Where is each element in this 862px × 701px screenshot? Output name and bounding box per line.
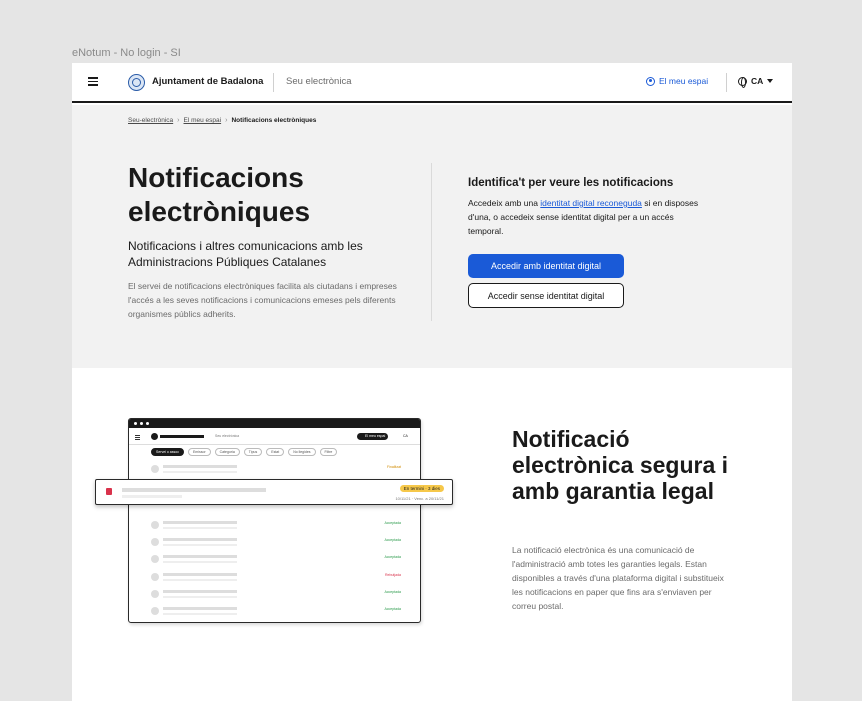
mockup-row: Finalitzat [151,463,401,477]
brand-name[interactable]: Ajuntament de Badalona [152,76,263,87]
deadline-badge: En termini · 3 dies [399,485,444,492]
chevron-right-icon: › [177,117,180,124]
feature-title: Notificació electrònica segura i amb gar… [512,426,729,504]
mockup-row: Acceptada [151,553,401,567]
globe-icon [738,76,747,88]
mockup-status: Acceptada [384,555,401,559]
mockup-row: Acceptada [151,519,401,533]
mockup-row: Acceptada [151,605,401,619]
mockup-filter: Tipus [243,448,263,456]
mockup-filter: Categoria [214,448,240,456]
header-divider [273,73,274,92]
mockup-row: Rebutjada [151,571,401,585]
header: Ajuntament de Badalona Seu electrònica E… [72,63,792,103]
mockup-status: Rebutjada [385,573,401,577]
notifications-mockup: Seu electrònica El meu espai CA Servei o… [128,418,421,623]
mockup-window-bar [129,419,420,428]
city-logo-icon[interactable] [128,74,145,91]
frame-label: eNotum - No login - SI [72,47,181,59]
breadcrumb: Seu-electrònica › El meu espai › Notific… [128,117,316,124]
mockup-meu-espai: El meu espai [357,433,389,440]
page-subtitle: Notificacions i altres comunicacions amb… [128,239,363,269]
identify-text-before: Accedeix amb una [468,198,541,208]
breadcrumb-current: Notificacions electròniques [231,117,317,124]
intro-text: El servei de notificacions electròniques… [128,281,397,319]
breadcrumb-seu[interactable]: Seu-electrònica [128,117,173,124]
mockup-status: Acceptada [384,607,401,611]
hero-section: Seu-electrònica › El meu espai › Notific… [72,105,792,368]
header-divider-right [726,73,727,92]
meu-espai-label: El meu espai [659,76,709,86]
hero-divider [431,163,432,321]
identitat-digital-link[interactable]: identitat digital reconeguda [540,198,642,208]
mockup-filters: Servei o assoc Emissor Categoria Tipus E… [151,448,338,456]
mockup-status: Acceptada [384,590,401,594]
mockup-filter: Estat [266,448,285,456]
mockup-row: Acceptada [151,588,401,602]
access-with-id-button[interactable]: Accedir amb identitat digital [468,254,624,278]
mockup-status: Acceptada [384,538,401,542]
identify-text: Accedeix amb una identitat digital recon… [468,196,708,238]
mockup-filter: Filtre [319,448,338,456]
chevron-down-icon [767,79,774,83]
highlighted-notification: En termini · 3 dies 10/11/21 · Venc. a 2… [95,479,453,505]
mockup-filter: No llegides [288,448,316,456]
page: Ajuntament de Badalona Seu electrònica E… [72,63,792,701]
document-icon [106,488,112,495]
seu-label[interactable]: Seu electrònica [286,76,351,87]
mockup-filter: Emissor [187,448,211,456]
notification-date: 10/11/21 · Venc. a 20/11/21 [395,496,444,501]
access-without-id-button[interactable]: Accedir sense identitat digital [468,283,624,308]
menu-icon[interactable] [88,77,98,86]
user-icon [646,76,655,86]
mockup-seu-label: Seu electrònica [215,434,240,438]
meu-espai-link[interactable]: El meu espai [646,76,708,86]
language-selector[interactable]: CA [738,76,774,88]
chevron-right-icon: › [225,117,228,124]
mockup-status: Finalitzat [386,465,401,469]
page-title: Notificacions electròniques [128,162,311,227]
mockup-lang: CA [403,434,408,438]
mockup-status: Acceptada [384,521,401,525]
identify-title: Identifica't per veure les notificacions [468,177,674,189]
mockup-filter: Servei o assoc [151,448,184,456]
feature-text: La notificació electrònica és una comuni… [512,545,724,611]
breadcrumb-meu-espai[interactable]: El meu espai [184,117,222,124]
language-label: CA [751,76,764,86]
mockup-header: Seu electrònica El meu espai CA [129,429,420,445]
mockup-row: Acceptada [151,536,401,550]
